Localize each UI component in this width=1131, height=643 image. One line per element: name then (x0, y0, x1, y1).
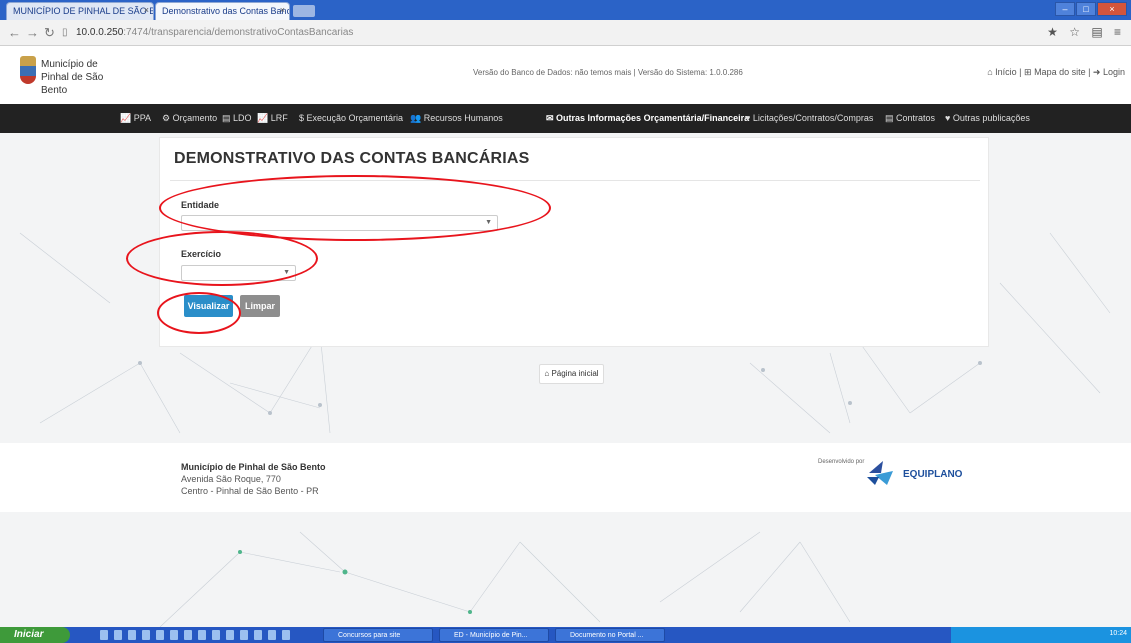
footer-municipality: Município de Pinhal de São Bento (181, 462, 326, 472)
nav-item-licitacoes[interactable]: ♥ Licitações/Contratos/Compras (745, 113, 873, 123)
municipality-name[interactable]: Município de Pinhal de São Bento (41, 58, 121, 97)
start-button[interactable]: Iniciar (0, 627, 70, 643)
nav-item-lrf[interactable]: 📈 LRF (257, 113, 288, 124)
site-footer: Município de Pinhal de São Bento Avenida… (0, 443, 1131, 512)
close-window-icon[interactable]: × (1097, 2, 1127, 16)
browser-tab-2[interactable]: Demonstrativo das Contas Bancárias × (155, 2, 290, 20)
forward-icon[interactable]: → (26, 25, 39, 40)
annotation-ellipse-exercicio (126, 231, 318, 286)
system-tray: 10:24 (951, 627, 1131, 643)
browser-toolbar-icons[interactable]: ★ ☆ ▤ ≡ (1047, 25, 1125, 39)
url-host: 10.0.0.250 (76, 27, 124, 38)
maximize-icon[interactable]: □ (1076, 2, 1096, 16)
quicklaunch-icon[interactable] (142, 630, 150, 640)
taskbar-item[interactable]: Documento no Portal ... (555, 628, 665, 642)
footer-street: Avenida São Roque, 770 (181, 474, 281, 484)
network-decoration (159, 531, 851, 627)
quicklaunch-icon[interactable] (114, 630, 122, 640)
nav-item-execucao[interactable]: $ Execução Orçamentária (299, 113, 403, 123)
home-page-button[interactable]: ⌂ Página inicial (539, 364, 604, 384)
taskbar-item[interactable]: Concursos para site (323, 628, 433, 642)
page-info-icon[interactable]: ▯ (62, 27, 68, 38)
nav-item-ppa[interactable]: 📈 PPA (120, 113, 151, 124)
nav-item-recursos-humanos[interactable]: 👥 Recursos Humanos (410, 113, 503, 124)
version-info: Versão do Banco de Dados: não temos mais… (473, 68, 743, 77)
clock[interactable]: 10:24 (1109, 630, 1127, 637)
limpar-button[interactable]: Limpar (240, 295, 280, 317)
window-controls: – □ × (1055, 2, 1127, 16)
developed-by-label: Desenvolvido por (818, 459, 865, 465)
nav-item-orcamento[interactable]: ⚙ Orçamento (162, 113, 217, 124)
nav-item-ldo[interactable]: ▤ LDO (222, 113, 252, 124)
url-path: :7474/transparencia/demonstrativoContasB… (123, 27, 354, 38)
quicklaunch-icon[interactable] (268, 630, 276, 640)
browser-tab-label: MUNICÍPIO DE PINHAL DE SÃO BENTO (13, 6, 153, 16)
quicklaunch-icon[interactable] (282, 630, 290, 640)
back-icon[interactable]: ← (8, 25, 21, 40)
browser-tab-strip: MUNICÍPIO DE PINHAL DE SÃO BENTO × Demon… (0, 0, 1131, 20)
main-nav: 📈 PPA ⚙ Orçamento ▤ LDO 📈 LRF $ Execução… (0, 104, 1131, 133)
address-bar: ← → ↻ ▯ 10.0.0.250:7474/transparencia/de… (0, 20, 1131, 46)
reload-icon[interactable]: ↻ (44, 25, 55, 41)
site-header: Município de Pinhal de São Bento Versão … (0, 46, 1131, 104)
taskbar-item[interactable]: ED - Município de Pin... (439, 628, 549, 642)
quicklaunch-icon[interactable] (156, 630, 164, 640)
close-tab-icon[interactable]: × (144, 5, 149, 15)
quicklaunch-icon[interactable] (128, 630, 136, 640)
minimize-icon[interactable]: – (1055, 2, 1075, 16)
quicklaunch-icon[interactable] (240, 630, 248, 640)
top-links[interactable]: ⌂ Início | ⊞ Mapa do site | ➜ Login (987, 67, 1125, 78)
equiplano-logo-text: EQUIPLANO (903, 469, 963, 480)
quicklaunch-icon[interactable] (254, 630, 262, 640)
footer-city: Centro - Pinhal de São Bento - PR (181, 486, 319, 496)
quicklaunch-icon[interactable] (170, 630, 178, 640)
url-field[interactable]: 10.0.0.250:7474/transparencia/demonstrat… (76, 24, 1036, 42)
quicklaunch-icon[interactable] (184, 630, 192, 640)
equiplano-logo-icon[interactable] (867, 457, 897, 487)
background-pattern-lower (0, 512, 1131, 627)
new-tab-button[interactable] (293, 5, 315, 17)
close-tab-icon[interactable]: × (280, 5, 285, 15)
quicklaunch-icon[interactable] (100, 630, 108, 640)
nav-item-outras-informacoes[interactable]: ✉ Outras Informações Orçamentária/Financ… (546, 113, 749, 124)
page-title: DEMONSTRATIVO DAS CONTAS BANCÁRIAS (174, 150, 530, 167)
browser-tab-label: Demonstrativo das Contas Bancárias (162, 6, 290, 16)
annotation-ellipse-visualizar (157, 292, 241, 334)
quicklaunch-icon[interactable] (226, 630, 234, 640)
footer-address: Município de Pinhal de São Bento Avenida… (181, 461, 326, 497)
quicklaunch-icon[interactable] (198, 630, 206, 640)
municipality-crest-icon (20, 56, 36, 84)
quicklaunch-icon[interactable] (212, 630, 220, 640)
nav-item-contratos[interactable]: ▤ Contratos (885, 113, 935, 124)
os-taskbar: Iniciar Concursos para site ED - Municíp… (0, 627, 1131, 643)
nav-item-outras-publicacoes[interactable]: ♥ Outras publicações (945, 113, 1030, 123)
browser-tab-1[interactable]: MUNICÍPIO DE PINHAL DE SÃO BENTO × (6, 2, 154, 20)
